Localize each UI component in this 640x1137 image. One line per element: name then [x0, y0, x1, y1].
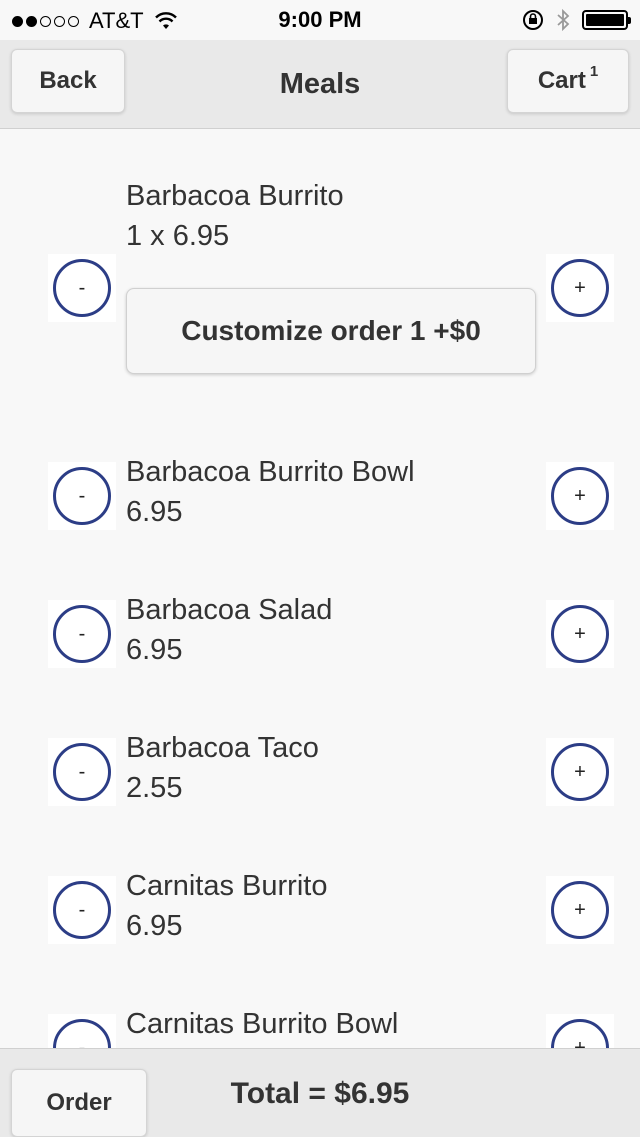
status-bar: AT&T 9:00 PM	[0, 0, 640, 40]
minus-icon: -	[53, 743, 111, 801]
decrease-quantity-button[interactable]: -	[48, 1014, 116, 1048]
increase-quantity-button[interactable]: +	[546, 1014, 614, 1048]
meal-list[interactable]: Barbacoa Burrito 1 x 6.95 - + Customize …	[0, 128, 640, 1048]
item-price: 1 x 6.95	[126, 220, 230, 252]
status-bar-right	[522, 8, 631, 32]
item-name: Barbacoa Taco	[126, 732, 319, 764]
item-price: 2.55	[126, 772, 183, 804]
minus-icon: -	[53, 1019, 111, 1048]
list-item: Barbacoa Burrito Bowl 6.95 - +	[0, 428, 640, 566]
list-item: Carnitas Burrito 6.95 - +	[0, 842, 640, 980]
plus-icon: +	[551, 467, 609, 525]
increase-quantity-button[interactable]: +	[546, 600, 614, 668]
decrease-quantity-button[interactable]: -	[48, 738, 116, 806]
increase-quantity-button[interactable]: +	[546, 254, 614, 322]
decrease-quantity-button[interactable]: -	[48, 254, 116, 322]
decrease-quantity-button[interactable]: -	[48, 600, 116, 668]
list-item: Barbacoa Taco 2.55 - +	[0, 704, 640, 842]
customize-order-button[interactable]: Customize order 1 +$0	[126, 288, 536, 374]
decrease-quantity-button[interactable]: -	[48, 462, 116, 530]
plus-icon: +	[551, 881, 609, 939]
bluetooth-icon	[557, 8, 570, 32]
item-price: 6.95	[126, 910, 183, 942]
increase-quantity-button[interactable]: +	[546, 462, 614, 530]
order-total: Total = $6.95	[230, 1077, 410, 1110]
list-item: Carnitas Burrito Bowl - +	[0, 980, 640, 1048]
orientation-lock-icon	[523, 10, 543, 30]
item-name: Barbacoa Salad	[126, 594, 333, 626]
plus-icon: +	[551, 1019, 609, 1048]
header-bar: Back Meals Cart 1	[0, 40, 640, 129]
item-name: Carnitas Burrito Bowl	[126, 1008, 399, 1040]
increase-quantity-button[interactable]: +	[546, 738, 614, 806]
item-name: Barbacoa Burrito Bowl	[126, 456, 415, 488]
minus-icon: -	[53, 259, 111, 317]
item-name: Barbacoa Burrito	[126, 180, 344, 212]
decrease-quantity-button[interactable]: -	[48, 876, 116, 944]
list-item: Barbacoa Burrito 1 x 6.95 - + Customize …	[0, 128, 640, 428]
plus-icon: +	[551, 743, 609, 801]
plus-icon: +	[551, 259, 609, 317]
footer-bar: Order Total = $6.95	[0, 1048, 640, 1137]
increase-quantity-button[interactable]: +	[546, 876, 614, 944]
list-item: Barbacoa Salad 6.95 - +	[0, 566, 640, 704]
minus-icon: -	[53, 467, 111, 525]
minus-icon: -	[53, 881, 111, 939]
cart-button[interactable]: Cart 1	[507, 49, 629, 113]
item-price: 6.95	[126, 634, 183, 666]
cart-label: Cart	[537, 67, 586, 94]
cart-count-badge: 1	[589, 62, 599, 80]
plus-icon: +	[551, 605, 609, 663]
minus-icon: -	[53, 605, 111, 663]
item-price: 6.95	[126, 496, 183, 528]
item-name: Carnitas Burrito	[126, 870, 328, 902]
battery-fill	[586, 14, 624, 26]
battery-icon	[582, 10, 631, 30]
